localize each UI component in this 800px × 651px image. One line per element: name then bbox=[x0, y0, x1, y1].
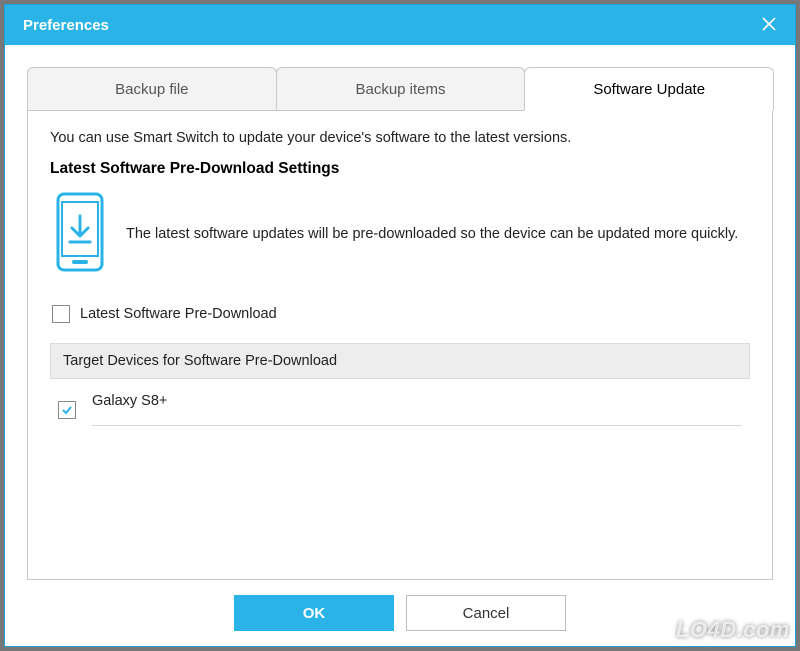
preferences-window: Preferences Backup file Backup items Sof… bbox=[4, 4, 796, 647]
dialog-footer: OK Cancel bbox=[27, 580, 773, 646]
device-row: Galaxy S8+ bbox=[50, 379, 750, 432]
title-bar: Preferences bbox=[5, 5, 795, 45]
tab-backup-file[interactable]: Backup file bbox=[27, 67, 277, 111]
device-checkbox[interactable] bbox=[58, 401, 76, 419]
target-devices-header: Target Devices for Software Pre-Download bbox=[50, 343, 750, 379]
window-title: Preferences bbox=[23, 17, 109, 34]
device-name: Galaxy S8+ bbox=[92, 393, 742, 426]
section-heading: Latest Software Pre-Download Settings bbox=[50, 160, 750, 178]
cancel-button-label: Cancel bbox=[463, 605, 510, 622]
predownload-checkbox-row: Latest Software Pre-Download bbox=[50, 305, 750, 323]
tab-label: Backup items bbox=[355, 81, 445, 98]
tab-backup-items[interactable]: Backup items bbox=[276, 67, 526, 111]
description-row: The latest software updates will be pre-… bbox=[50, 192, 750, 277]
predownload-checkbox[interactable] bbox=[52, 305, 70, 323]
ok-button[interactable]: OK bbox=[234, 595, 394, 631]
tab-content: You can use Smart Switch to update your … bbox=[27, 110, 773, 580]
tab-label: Software Update bbox=[593, 81, 705, 98]
phone-download-icon bbox=[56, 192, 104, 277]
ok-button-label: OK bbox=[303, 605, 326, 622]
cancel-button[interactable]: Cancel bbox=[406, 595, 566, 631]
close-icon[interactable] bbox=[757, 15, 781, 36]
predownload-checkbox-label: Latest Software Pre-Download bbox=[80, 306, 277, 322]
intro-text: You can use Smart Switch to update your … bbox=[50, 130, 750, 146]
watermark-text: LO4D.com bbox=[676, 617, 790, 643]
tab-label: Backup file bbox=[115, 81, 188, 98]
tab-software-update[interactable]: Software Update bbox=[524, 67, 774, 111]
tab-strip: Backup file Backup items Software Update bbox=[27, 67, 773, 111]
dialog-body: Backup file Backup items Software Update… bbox=[5, 45, 795, 646]
description-text: The latest software updates will be pre-… bbox=[126, 224, 738, 245]
